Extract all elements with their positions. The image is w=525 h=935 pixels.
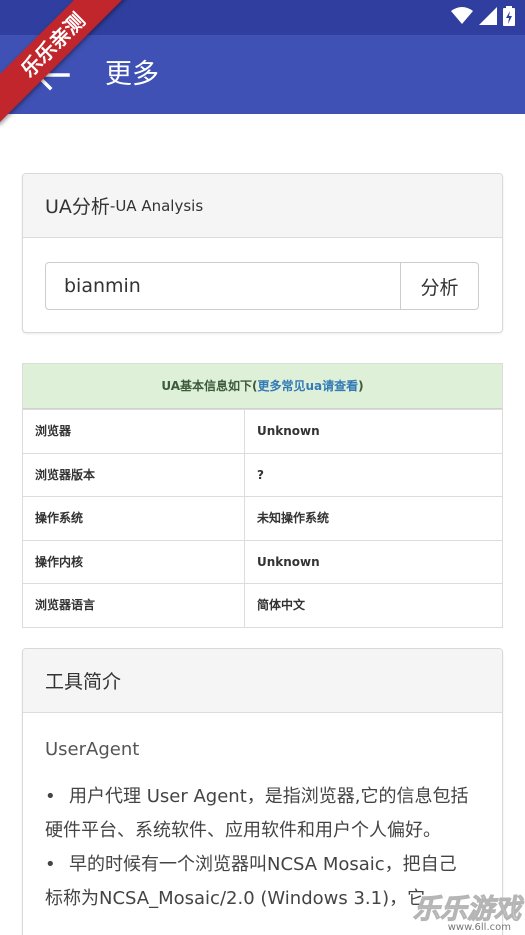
bullet-line: 硬件平台、系统软件、应用软件和用户个人偏好。 (45, 820, 441, 841)
ua-input[interactable] (45, 262, 401, 310)
table-row: 浏览器语言 简体中文 (23, 583, 502, 627)
more-ua-link[interactable]: 更多常见ua请查看 (258, 379, 359, 393)
bullet-line: 标称为NCSA_Mosaic/2.0 (Windows 3.1)，它 (45, 888, 426, 909)
row-value: 简体中文 (257, 598, 306, 612)
tool-panel-body: UserAgent • 用户代理 User Agent，是指浏览器,它的信息包括 … (23, 713, 502, 916)
row-label: 浏览器语言 (23, 584, 245, 627)
battery-icon (503, 6, 515, 26)
table-row: 浏览器 Unknown (23, 409, 502, 453)
row-label: 浏览器版本 (23, 453, 245, 496)
bullet-dot: • (45, 786, 56, 807)
row-value: Unknown (257, 554, 320, 569)
ua-input-row: 分析 (45, 262, 479, 310)
ua-panel-subtitle: -UA Analysis (109, 196, 204, 215)
caption-suffix: ) (358, 379, 364, 393)
status-bar (0, 0, 525, 35)
ua-heading: UserAgent (45, 739, 140, 760)
list-item: • 早的时候有一个浏览器叫NCSA Mosaic，把自己 标称为NCSA_Mosa… (45, 848, 480, 916)
wifi-icon (451, 7, 473, 24)
table-row: 操作系统 未知操作系统 (23, 496, 502, 540)
row-value: ? (257, 467, 264, 482)
row-value: Unknown (257, 424, 320, 438)
list-item: • 用户代理 User Agent，是指浏览器,它的信息包括 硬件平台、系统软件、… (45, 780, 480, 848)
row-label: 操作内核 (23, 540, 245, 583)
ua-panel-title: UA分析 (45, 196, 110, 218)
table-caption: UA基本信息如下(更多常见ua请查看) (23, 364, 502, 409)
bullet-line: 早的时候有一个浏览器叫NCSA Mosaic，把自己 (69, 854, 457, 875)
tool-panel-title: 工具简介 (45, 671, 122, 693)
row-label: 浏览器 (23, 410, 245, 453)
table-row: 操作内核 Unknown (23, 539, 502, 583)
ua-analysis-panel: UA分析-UA Analysis 分析 (22, 173, 503, 333)
ua-panel-header: UA分析 -UA Analysis (23, 174, 502, 238)
table-row: 浏览器版本 ? (23, 452, 502, 496)
row-label: 操作系统 (23, 497, 245, 540)
tool-intro-panel: 工具简介 UserAgent • 用户代理 User Agent，是指浏览器,它的… (22, 648, 503, 935)
ua-info-table: UA基本信息如下(更多常见ua请查看) 浏览器 Unknown 浏览器版本 ? … (22, 363, 503, 628)
tool-panel-header: 工具简介 (23, 649, 502, 713)
arrow-left-icon (34, 59, 70, 91)
bullet-dot: • (45, 854, 56, 875)
page-title: 更多 (105, 59, 159, 90)
status-icons (451, 6, 515, 26)
analyze-button[interactable]: 分析 (401, 262, 479, 310)
caption-prefix: UA基本信息如下( (161, 379, 258, 393)
back-button[interactable] (30, 55, 74, 95)
app-bar: 更多 (0, 35, 525, 114)
bullet-line: 用户代理 User Agent，是指浏览器,它的信息包括 (69, 786, 469, 807)
row-value: 未知操作系统 (257, 511, 330, 525)
signal-icon (479, 7, 497, 25)
